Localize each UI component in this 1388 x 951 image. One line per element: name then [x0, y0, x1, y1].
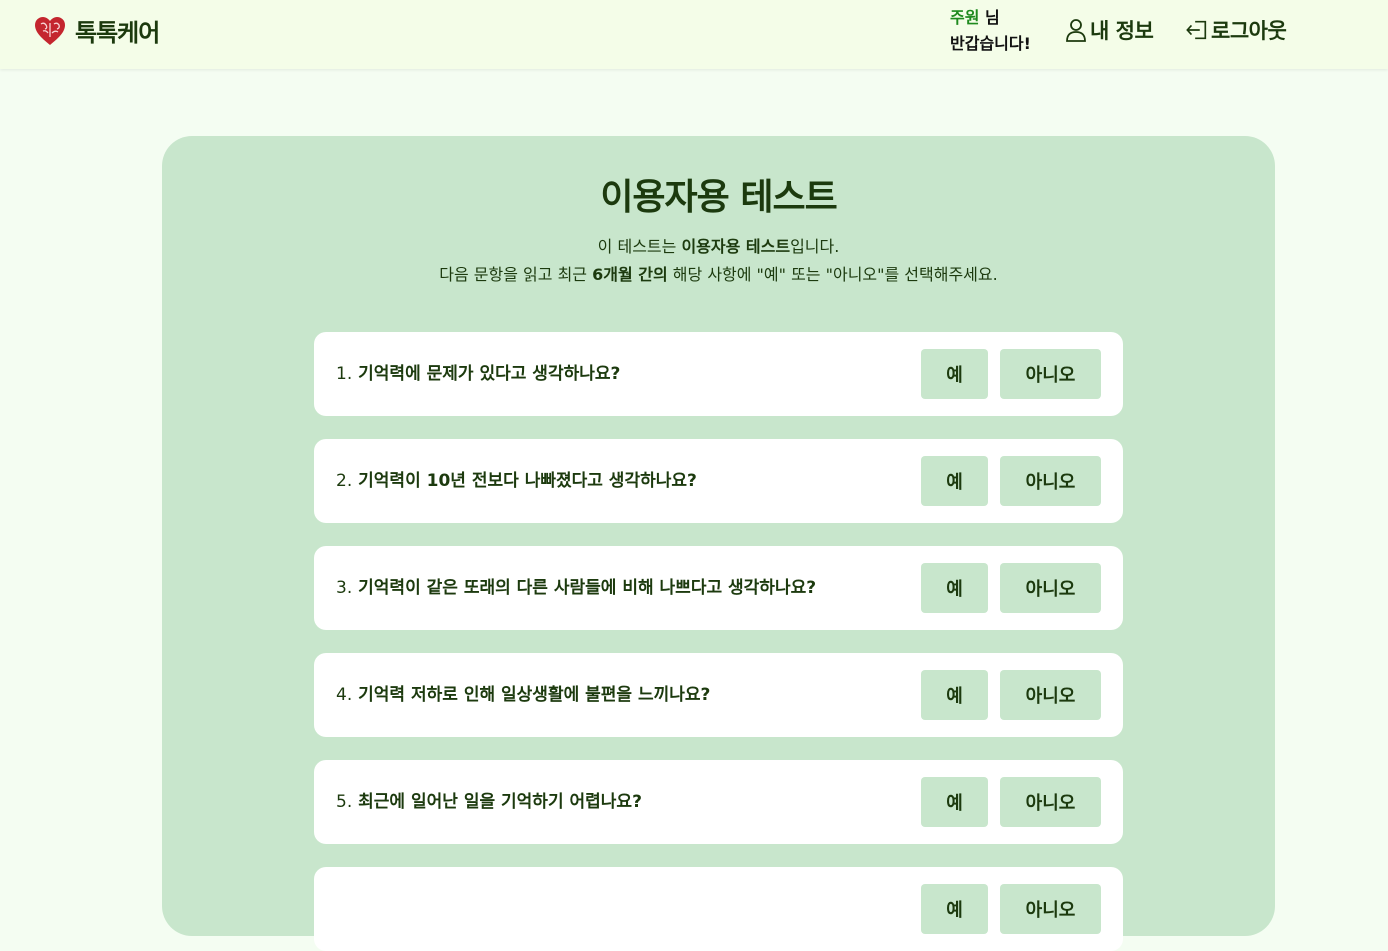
- question-item: 5. 최근에 일어난 일을 기억하기 어렵나요? 예 아니오: [314, 760, 1123, 844]
- logout-label: 로그아웃: [1211, 19, 1287, 43]
- no-button[interactable]: 아니오: [1000, 563, 1101, 613]
- desc-text: 이 테스트는: [597, 237, 682, 256]
- question-number: 2.: [336, 471, 353, 491]
- question-label: 기억력이 10년 전보다 나빠졌다고 생각하나요?: [358, 471, 697, 491]
- yes-button[interactable]: 예: [921, 563, 988, 613]
- question-text: 4. 기억력 저하로 인해 일상생활에 불편을 느끼나요?: [336, 653, 710, 737]
- user-icon: [1066, 19, 1086, 42]
- user-greeting: 주원 님 반갑습니다!: [950, 5, 1031, 57]
- question-text: 3. 기억력이 같은 또래의 다른 사람들에 비해 나쁘다고 생각하나요?: [336, 546, 816, 630]
- question-text: 1. 기억력에 문제가 있다고 생각하나요?: [336, 332, 620, 416]
- desc-text: 입니다.: [790, 237, 840, 256]
- heart-brain-icon: [35, 16, 65, 45]
- question-number: 3.: [336, 578, 353, 598]
- test-card: 이용자용 테스트 이 테스트는 이용자용 테스트입니다. 다음 문항을 읽고 최…: [162, 136, 1275, 951]
- yes-button[interactable]: 예: [921, 884, 988, 934]
- question-label: 최근에 일어난 일을 기억하기 어렵나요?: [358, 792, 642, 812]
- question-item: 4. 기억력 저하로 인해 일상생활에 불편을 느끼나요? 예 아니오: [314, 653, 1123, 737]
- logout-icon: [1186, 20, 1207, 40]
- logo-text: 톡톡케어: [75, 19, 160, 47]
- logo[interactable]: 톡톡케어: [33, 13, 160, 48]
- desc-text: 다음 문항을 읽고 최근: [439, 265, 593, 284]
- question-number: 1.: [336, 364, 353, 384]
- question-label: 기억력에 문제가 있다고 생각하나요?: [358, 364, 621, 384]
- test-title: 이용자용 테스트: [600, 177, 837, 218]
- no-button[interactable]: 아니오: [1000, 349, 1101, 399]
- no-button[interactable]: 아니오: [1000, 884, 1101, 934]
- question-label: 기억력이 같은 또래의 다른 사람들에 비해 나쁘다고 생각하나요?: [358, 578, 817, 598]
- question-item: 2. 기억력이 10년 전보다 나빠졌다고 생각하나요? 예 아니오: [314, 439, 1123, 523]
- yes-button[interactable]: 예: [921, 670, 988, 720]
- user-name: 주원: [950, 8, 980, 27]
- question-label: 기억력 저하로 인해 일상생활에 불편을 느끼나요?: [358, 685, 711, 705]
- question-item: 3. 기억력이 같은 또래의 다른 사람들에 비해 나쁘다고 생각하나요? 예 …: [314, 546, 1123, 630]
- my-info-label: 내 정보: [1090, 19, 1154, 43]
- question-text: 5. 최근에 일어난 일을 기억하기 어렵나요?: [336, 760, 642, 844]
- no-button[interactable]: 아니오: [1000, 670, 1101, 720]
- no-button[interactable]: 아니오: [1000, 777, 1101, 827]
- test-description: 이 테스트는 이용자용 테스트입니다. 다음 문항을 읽고 최근 6개월 간의 …: [162, 233, 1275, 289]
- question-number: 5.: [336, 792, 353, 812]
- yes-button[interactable]: 예: [921, 349, 988, 399]
- yes-button[interactable]: 예: [921, 777, 988, 827]
- user-suffix: 님: [979, 8, 1000, 27]
- yes-button[interactable]: 예: [921, 456, 988, 506]
- desc-text: 해당 사항에 "예" 또는 "아니오"를 선택해주세요.: [667, 265, 998, 284]
- logout-link[interactable]: 로그아웃: [1185, 15, 1287, 45]
- question-number: 4.: [336, 685, 353, 705]
- question-item: 예 아니오: [314, 867, 1123, 951]
- my-info-link[interactable]: 내 정보: [1064, 15, 1154, 45]
- desc-highlight: 6개월 간의: [592, 265, 668, 284]
- question-item: 1. 기억력에 문제가 있다고 생각하나요? 예 아니오: [314, 332, 1123, 416]
- header: 톡톡케어 주원 님 반갑습니다! 내 정보 로그아웃: [0, 0, 1388, 69]
- no-button[interactable]: 아니오: [1000, 456, 1101, 506]
- desc-highlight: 이용자용 테스트: [681, 237, 791, 256]
- question-text: 2. 기억력이 10년 전보다 나빠졌다고 생각하나요?: [336, 439, 697, 523]
- greeting-text: 반갑습니다!: [950, 34, 1031, 53]
